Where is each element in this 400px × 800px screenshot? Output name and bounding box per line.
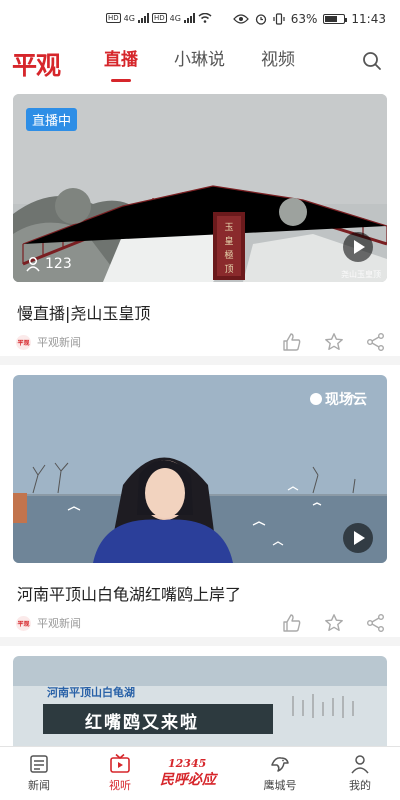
alarm-icon	[255, 14, 266, 25]
svg-text:皇: 皇	[224, 235, 233, 247]
nav-eagle-city[interactable]: 鹰城号	[250, 753, 310, 793]
app-header: 平观 直播 小琳说 视频	[0, 40, 400, 84]
hd-tag: HD	[106, 13, 121, 23]
nav-profile[interactable]: 我的	[330, 753, 390, 793]
video-watermark: 尧山玉皇顶	[341, 270, 381, 279]
source-info: 平观 平观新闻	[16, 334, 81, 350]
overlay-logo-text: 现场云	[325, 392, 367, 408]
tab-video[interactable]: 视频	[261, 40, 295, 84]
hotline-text: 民呼必应	[160, 772, 216, 788]
signal-indicators: HD 4G HD 4G	[106, 13, 212, 23]
star-icon[interactable]	[324, 332, 344, 352]
tab-xiaolin[interactable]: 小琳说	[174, 40, 225, 84]
source-logo: 平观	[16, 615, 31, 631]
live-badge: 直播中	[26, 108, 78, 131]
eagle-icon	[271, 757, 289, 772]
location-pin-icon	[310, 393, 322, 405]
like-icon[interactable]	[282, 613, 302, 633]
signal-icon	[137, 13, 149, 23]
video-feed: 玉 皇 極 顶 直播中 123 尧山玉皇顶 慢直播|尧山玉皇顶 平观 平观新闻	[0, 84, 400, 746]
profile-icon	[351, 755, 369, 774]
svg-text:顶: 顶	[224, 264, 233, 275]
card-actions	[282, 332, 386, 352]
hotline-button[interactable]: 12345 民呼必应	[158, 757, 248, 793]
card-actions	[282, 613, 386, 633]
status-bar: HD 4G HD 4G 63% 11:43	[0, 0, 400, 40]
source-name: 平观新闻	[37, 617, 81, 630]
network-type: 4G	[123, 13, 135, 23]
battery-icon	[323, 14, 348, 24]
caption-small: 河南平顶山白龟湖	[47, 686, 135, 699]
nav-media[interactable]: 视听	[90, 753, 150, 793]
signal-icon-2	[183, 13, 195, 23]
hd-tag-2: HD	[151, 13, 167, 23]
eye-icon	[232, 14, 249, 24]
battery-percent: 63%	[290, 12, 318, 26]
nav-profile-label: 我的	[349, 779, 371, 792]
share-icon[interactable]	[366, 332, 386, 352]
person-icon	[26, 256, 40, 272]
system-icons: 63% 11:43	[232, 12, 386, 26]
wifi-icon	[198, 13, 212, 23]
top-tabs: 直播 小琳说 视频	[104, 40, 295, 84]
app-logo: 平观	[12, 51, 61, 80]
caption-big: 红嘴鸥又来啦	[85, 713, 199, 733]
viewer-count: 123	[25, 256, 72, 272]
video-title[interactable]: 河南平顶山白龟湖红嘴鸥上岸了	[17, 581, 241, 605]
video-thumbnail[interactable]: 现场云	[13, 375, 387, 563]
like-icon[interactable]	[282, 332, 302, 352]
video-card[interactable]: 现场云 河南平顶山白龟湖红嘴鸥上岸了 平观 平观新闻	[0, 365, 400, 637]
svg-text:玉: 玉	[224, 222, 233, 233]
search-icon[interactable]	[362, 51, 382, 71]
play-icon[interactable]	[343, 232, 373, 262]
video-thumbnail[interactable]: 河南平顶山白龟湖 红嘴鸥又来啦	[13, 656, 387, 746]
network-type-2: 4G	[169, 13, 181, 23]
tab-live[interactable]: 直播	[104, 40, 138, 84]
play-icon[interactable]	[343, 523, 373, 553]
source-name: 平观新闻	[37, 336, 81, 349]
vibrate-icon	[273, 13, 285, 25]
svg-text:極: 極	[224, 249, 233, 261]
bottom-nav: 新闻 视听 12345 民呼必应 鹰城号 我的	[0, 746, 400, 800]
source-logo: 平观	[16, 334, 31, 350]
star-icon[interactable]	[324, 613, 344, 633]
share-icon[interactable]	[366, 613, 386, 633]
video-thumbnail[interactable]: 玉 皇 極 顶 直播中 123 尧山玉皇顶	[13, 94, 387, 282]
tv-icon	[110, 753, 130, 773]
nav-eagle-city-label: 鹰城号	[263, 779, 297, 792]
video-card[interactable]: 玉 皇 極 顶 直播中 123 尧山玉皇顶 慢直播|尧山玉皇顶 平观 平观新闻	[0, 84, 400, 356]
news-icon	[30, 755, 48, 773]
video-card[interactable]: 河南平顶山白龟湖 红嘴鸥又来啦	[0, 646, 400, 746]
overlay-logo: 现场云	[310, 389, 367, 409]
source-info: 平观 平观新闻	[16, 615, 81, 631]
video-title[interactable]: 慢直播|尧山玉皇顶	[17, 300, 150, 324]
clock: 11:43	[351, 12, 386, 26]
nav-news-label: 新闻	[28, 779, 50, 792]
nav-news[interactable]: 新闻	[9, 753, 69, 793]
viewer-count-value: 123	[45, 256, 72, 272]
nav-media-label: 视听	[109, 779, 131, 792]
